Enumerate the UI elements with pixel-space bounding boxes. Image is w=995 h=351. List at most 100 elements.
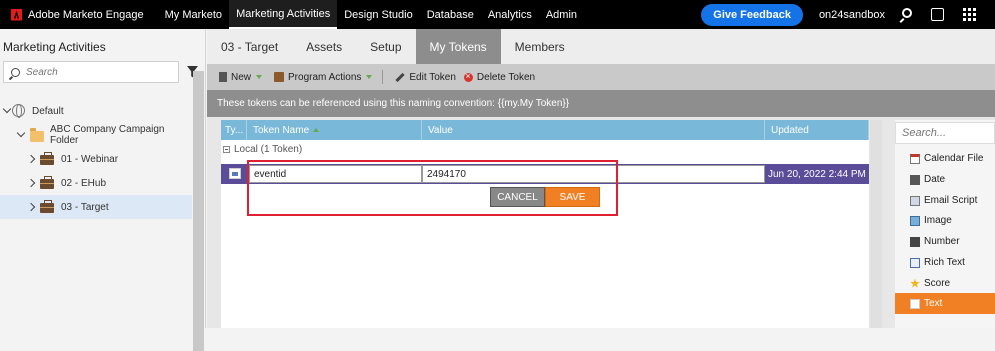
sort-ascending-icon bbox=[313, 128, 320, 132]
text-icon bbox=[910, 298, 920, 309]
text-token-type-icon bbox=[229, 168, 241, 179]
tree-item-label: 03 - Target bbox=[61, 201, 109, 213]
token-type-label: Text bbox=[924, 298, 943, 309]
global-search-icon[interactable] bbox=[899, 7, 913, 22]
nav-right: Give Feedback on24sandbox bbox=[701, 0, 995, 29]
delete-token-label: Delete Token bbox=[476, 71, 536, 83]
collapse-icon[interactable] bbox=[223, 145, 230, 153]
chevron-right-icon[interactable] bbox=[26, 202, 36, 212]
new-label: New bbox=[231, 71, 252, 83]
activity-tree: Default ABC Company Campaign Folder 01 -… bbox=[0, 99, 192, 219]
new-icon bbox=[219, 72, 227, 82]
token-type-label: Image bbox=[924, 215, 952, 226]
column-value[interactable]: Value bbox=[422, 120, 765, 140]
grid-header: Ty... Token Name Value Updated bbox=[221, 120, 869, 140]
email-script-icon bbox=[910, 195, 920, 206]
tree-item-ehub[interactable]: 02 - EHub bbox=[0, 171, 192, 195]
token-type-label: Calendar File bbox=[924, 153, 984, 164]
tree-item-label: 01 - Webinar bbox=[61, 153, 119, 165]
give-feedback-button[interactable]: Give Feedback bbox=[701, 3, 803, 26]
column-type[interactable]: Ty... bbox=[221, 120, 247, 140]
delete-token-button[interactable]: Delete Token bbox=[463, 71, 536, 83]
program-actions-button[interactable]: Program Actions bbox=[274, 71, 373, 83]
updated-timestamp: Jun 20, 2022 2:44 PM bbox=[768, 168, 866, 180]
program-tabs: 03 - Target Assets Setup My Tokens Membe… bbox=[207, 29, 995, 64]
token-type-label: Email Script bbox=[924, 195, 978, 206]
token-type-search-box[interactable] bbox=[895, 122, 995, 144]
token-type-label: Number bbox=[924, 236, 960, 247]
new-menu-button[interactable]: New bbox=[219, 71, 263, 83]
tab-members[interactable]: Members bbox=[501, 29, 579, 64]
tree-item-webinar[interactable]: 01 - Webinar bbox=[0, 147, 192, 171]
tree-item-default[interactable]: Default bbox=[0, 99, 192, 123]
nav-database[interactable]: Database bbox=[420, 0, 481, 29]
local-token-group[interactable]: Local (1 Token) bbox=[221, 140, 869, 158]
grid-scrollbar[interactable] bbox=[870, 120, 882, 328]
nav-my-marketo[interactable]: My Marketo bbox=[158, 0, 229, 29]
tab-assets[interactable]: Assets bbox=[292, 29, 356, 64]
tree-item-label: Default bbox=[32, 105, 64, 117]
delete-icon bbox=[463, 72, 473, 82]
column-token-name-label: Token Name bbox=[253, 124, 310, 136]
tree-scrollbar[interactable] bbox=[193, 71, 204, 351]
toolbar-divider bbox=[382, 70, 384, 84]
nav-marketing-activities[interactable]: Marketing Activities bbox=[229, 0, 338, 29]
tree-item-abc-folder[interactable]: ABC Company Campaign Folder bbox=[0, 123, 192, 147]
column-updated[interactable]: Updated bbox=[765, 120, 869, 140]
calendar-icon bbox=[910, 153, 920, 164]
image-icon bbox=[910, 215, 920, 226]
naming-convention-banner: These tokens can be referenced using thi… bbox=[207, 90, 995, 117]
tree-search-box[interactable] bbox=[3, 61, 179, 83]
edit-token-button[interactable]: Edit Token bbox=[395, 72, 456, 83]
chevron-down-icon[interactable] bbox=[16, 128, 26, 138]
list-box-icon[interactable] bbox=[931, 7, 945, 22]
token-type-rich-text[interactable]: Rich Text bbox=[895, 252, 995, 273]
nav-admin[interactable]: Admin bbox=[539, 0, 584, 29]
chevron-right-icon[interactable] bbox=[26, 154, 36, 164]
tree-item-label: ABC Company Campaign Folder bbox=[50, 124, 165, 146]
token-type-email-script[interactable]: Email Script bbox=[895, 190, 995, 211]
tab-setup[interactable]: Setup bbox=[356, 29, 415, 64]
nav-links: My Marketo Marketing Activities Design S… bbox=[158, 0, 584, 29]
briefcase-icon bbox=[40, 152, 54, 165]
app-logo[interactable]: Adobe Marketo Engage bbox=[11, 8, 144, 21]
edit-token-label: Edit Token bbox=[409, 71, 456, 83]
tab-my-tokens[interactable]: My Tokens bbox=[415, 29, 501, 64]
program-actions-label: Program Actions bbox=[288, 71, 362, 83]
chevron-right-icon[interactable] bbox=[26, 178, 36, 188]
app-name: Adobe Marketo Engage bbox=[28, 8, 144, 21]
app-grid-icon[interactable] bbox=[963, 7, 977, 22]
token-type-calendar-file[interactable]: Calendar File bbox=[895, 148, 995, 169]
program-actions-icon bbox=[274, 72, 285, 82]
token-type-text[interactable]: Text bbox=[895, 293, 995, 314]
token-type-label: Rich Text bbox=[924, 257, 965, 268]
top-navigation: Adobe Marketo Engage My Marketo Marketin… bbox=[0, 0, 995, 29]
nav-design-studio[interactable]: Design Studio bbox=[337, 0, 420, 29]
tree-item-target[interactable]: 03 - Target bbox=[0, 195, 192, 219]
token-type-date[interactable]: Date bbox=[895, 169, 995, 190]
token-type-search-input[interactable] bbox=[896, 123, 992, 143]
search-icon bbox=[11, 67, 20, 77]
briefcase-icon bbox=[40, 200, 54, 213]
adobe-logo-icon bbox=[11, 8, 22, 21]
group-label: Local (1 Token) bbox=[234, 143, 303, 155]
token-type-score[interactable]: Score bbox=[895, 273, 995, 294]
tree-item-label: 02 - EHub bbox=[61, 177, 107, 189]
globe-icon bbox=[12, 104, 25, 118]
dropdown-caret-icon bbox=[366, 75, 373, 79]
token-type-label: Date bbox=[924, 174, 946, 185]
number-icon bbox=[910, 236, 920, 247]
dropdown-caret-icon bbox=[256, 75, 263, 79]
column-token-name[interactable]: Token Name bbox=[247, 120, 422, 140]
workspace-name[interactable]: on24sandbox bbox=[819, 9, 885, 21]
token-type-image[interactable]: Image bbox=[895, 210, 995, 231]
tokens-grid: Ty... Token Name Value Updated Local (1 … bbox=[221, 120, 869, 328]
edit-highlight-box bbox=[247, 160, 618, 216]
token-type-number[interactable]: Number bbox=[895, 231, 995, 252]
folder-icon bbox=[30, 128, 44, 142]
tab-program-name[interactable]: 03 - Target bbox=[207, 29, 292, 64]
column-type-label: Ty... bbox=[225, 124, 244, 136]
tree-search-input[interactable] bbox=[26, 66, 166, 78]
chevron-down-icon[interactable] bbox=[2, 104, 12, 114]
nav-analytics[interactable]: Analytics bbox=[481, 0, 539, 29]
